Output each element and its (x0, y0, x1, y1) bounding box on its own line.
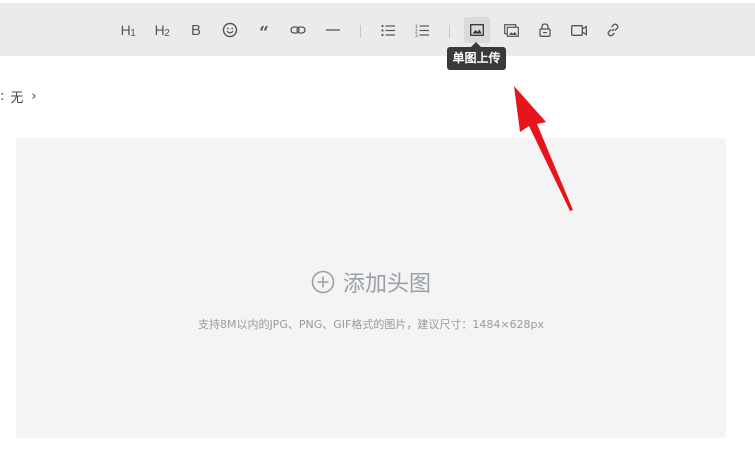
annotation-arrow-icon (514, 86, 573, 211)
divider-button[interactable] (320, 17, 346, 43)
editor-toolbar: H1 H2 B “ 1 2 3 (0, 3, 755, 56)
heading1-button[interactable]: H1 (115, 17, 141, 43)
category-colon: : (0, 88, 5, 104)
bullet-list-button[interactable] (375, 17, 401, 43)
single-image-button[interactable] (464, 17, 490, 43)
smiley-icon (222, 22, 238, 38)
bullet-list-icon (380, 24, 395, 36)
cover-image-upload-area[interactable]: 添加头图 支持8M以内的JPG、PNG、GIF格式的图片，建议尺寸：1484×6… (16, 138, 726, 438)
ordered-list-button[interactable]: 1 2 3 (409, 17, 435, 43)
bold-button[interactable]: B (183, 17, 209, 43)
category-value: 无 (10, 90, 24, 106)
toolbar-separator (449, 25, 450, 38)
link-button[interactable] (285, 17, 311, 43)
horizontal-rule-icon (326, 29, 340, 31)
chain-link-icon (607, 23, 619, 37)
heading2-button[interactable]: H2 (149, 17, 175, 43)
video-button[interactable] (566, 17, 592, 43)
images-icon (503, 23, 519, 37)
quote-button[interactable]: “ (251, 17, 277, 43)
editor-page: H1 H2 B “ 1 2 3 单图上传: 无 › 添加头图 支持8M以内的J… (0, 0, 755, 454)
link-icon (290, 26, 306, 34)
add-cover-image-label: 添加头图 (342, 272, 431, 297)
plus-circle-icon (311, 270, 335, 294)
category-selector[interactable]: : 无 › (0, 86, 37, 106)
insert-link-button[interactable] (600, 17, 626, 43)
video-icon (571, 24, 587, 36)
lock-button[interactable] (532, 17, 558, 43)
svg-text:3: 3 (415, 33, 418, 37)
chevron-right-icon: › (31, 88, 37, 104)
image-icon (470, 24, 484, 36)
emoji-button[interactable] (217, 17, 243, 43)
single-image-tooltip: 单图上传 (447, 42, 506, 70)
upload-hint-text: 支持8M以内的JPG、PNG、GIF格式的图片，建议尺寸：1484×628px (197, 318, 545, 331)
multi-image-button[interactable] (498, 17, 524, 43)
ordered-list-icon: 1 2 3 (415, 24, 429, 37)
toolbar-separator (360, 25, 361, 38)
lock-icon (539, 23, 551, 37)
add-cover-image-button[interactable]: 添加头图 (16, 266, 726, 298)
